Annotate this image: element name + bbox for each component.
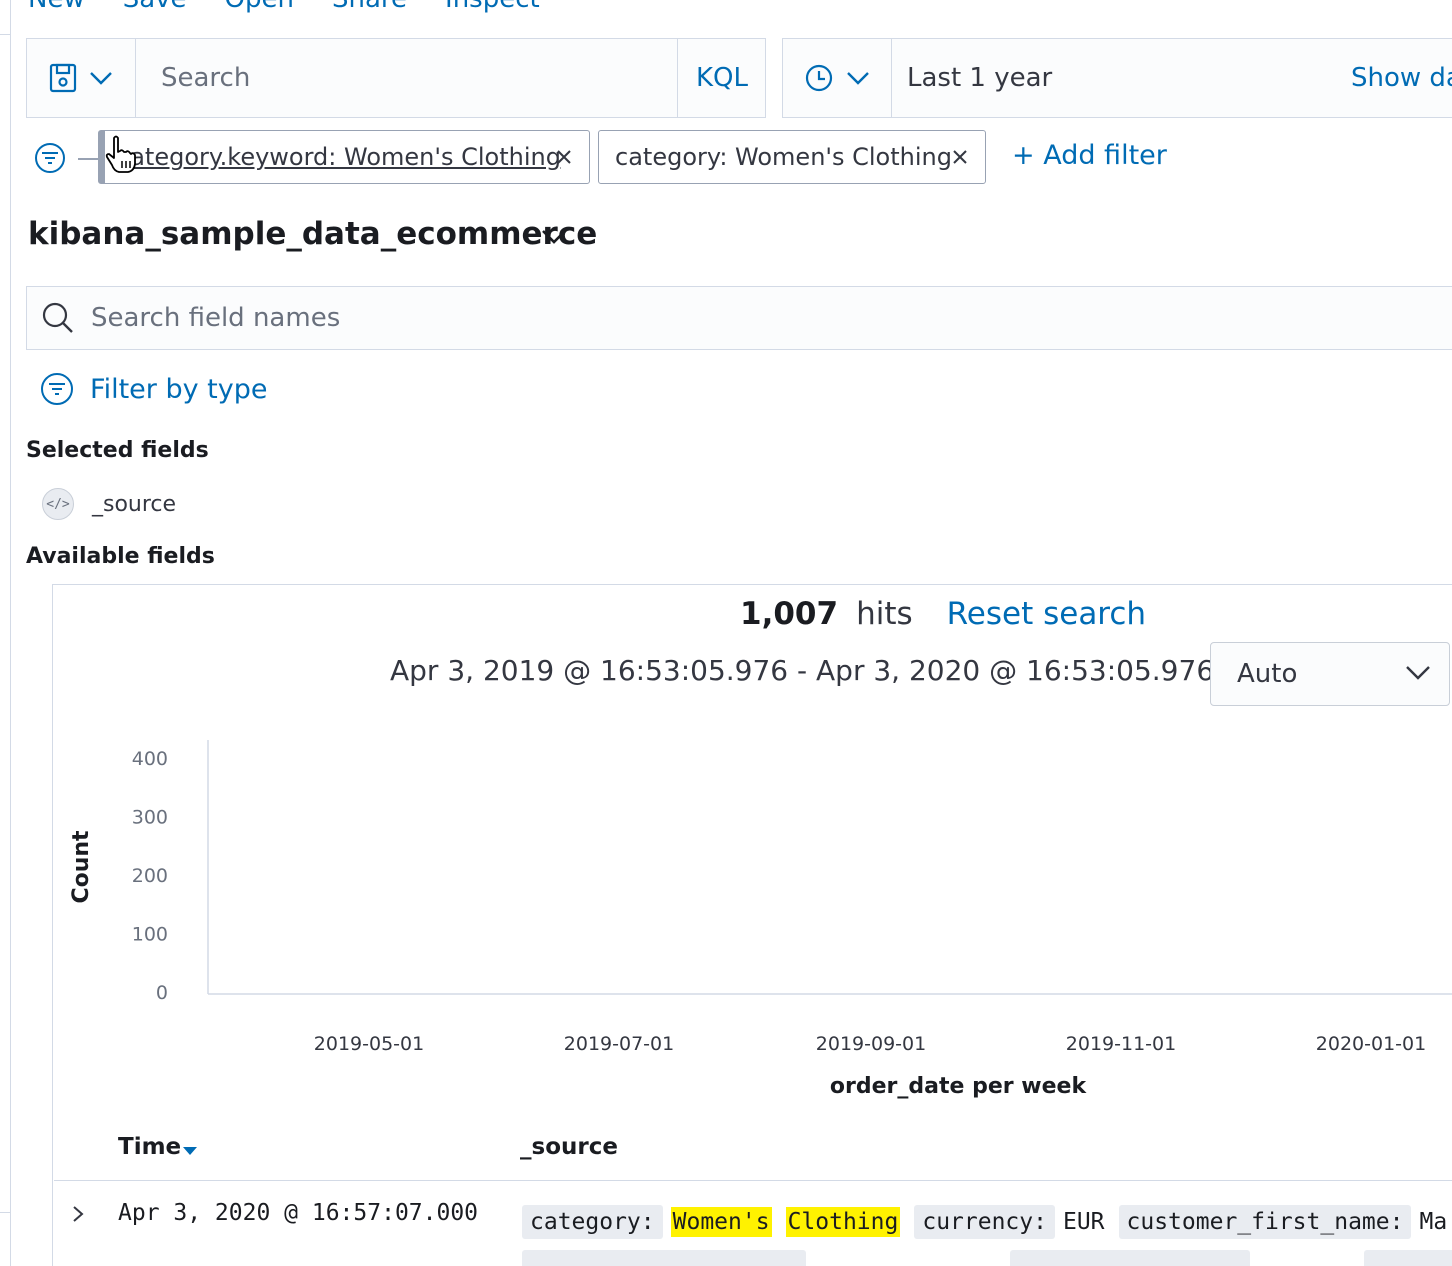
filter-divider [78,158,98,160]
sort-down-icon[interactable] [182,1146,198,1156]
left-nav-edge [0,0,11,1266]
chevron-down-icon [90,72,112,85]
code-icon: </> [42,488,74,520]
close-icon[interactable] [555,148,573,166]
filter-by-type-button[interactable]: Filter by type [40,372,267,406]
x-tick-label: 2019-09-01 [816,1033,926,1055]
hits-label: hits [856,596,913,632]
source-value-highlight: Women's [670,1207,772,1237]
quick-time-menu-button[interactable] [783,39,892,117]
saved-query-button[interactable] [27,39,136,117]
source-key: category: [522,1205,663,1239]
x-tick-label: 2019-05-01 [314,1033,424,1055]
table-divider [54,1180,1452,1181]
y-tick-label: 400 [132,748,168,770]
filter-icon [41,373,73,405]
time-picker: Last 1 year Show dates [782,38,1452,118]
source-key: currency: [914,1205,1055,1239]
source-value-highlight: Clothing [785,1207,901,1237]
search-input[interactable]: Search [137,39,677,117]
kql-toggle-button[interactable]: KQL [677,39,766,117]
hand-cursor-icon [105,135,136,173]
query-bar: Search KQL [26,38,766,118]
filter-options-icon[interactable] [34,142,66,174]
date-range-text: Apr 3, 2019 @ 16:53:05.976 - Apr 3, 2020… [390,654,1252,687]
reset-search-button[interactable]: Reset search [947,596,1146,632]
close-icon[interactable] [951,148,969,166]
row-source: category: Women's Clothing currency: EUR… [522,1202,1452,1242]
x-axis-title: order_date per week [830,1074,1088,1099]
chevron-down-icon[interactable] [540,228,568,246]
save-icon [49,63,77,93]
interval-value: Auto [1237,659,1298,689]
column-header-time[interactable]: Time [118,1134,181,1160]
menu-share[interactable]: Share [332,0,407,14]
selected-fields-title: Selected fields [26,438,209,463]
available-fields-title: Available fields [26,544,215,569]
kibana-discover-page: New Save Open Share Inspect Search KQL [0,0,1452,1266]
x-tick-label: 2019-07-01 [564,1033,674,1055]
menu-new[interactable]: New [28,0,85,14]
field-item-source[interactable]: </> _source [42,488,176,520]
y-tick-label: 100 [132,924,168,946]
filter-pill[interactable]: category: Women's Clothing [598,130,986,184]
menu-inspect[interactable]: Inspect [445,0,540,14]
y-tick-label: 0 [156,982,168,1004]
x-tick-label: 2019-11-01 [1066,1033,1176,1055]
menu-save[interactable]: Save [123,0,187,14]
row-source-continuation [522,1250,1452,1266]
add-filter-button[interactable]: + Add filter [1012,140,1167,171]
chevron-down-icon [1406,666,1430,680]
x-tick-label: 2020-01-01 [1316,1033,1426,1055]
filter-pill-label[interactable]: category.keyword: Women's Clothing [117,143,561,171]
filter-by-type-label: Filter by type [90,373,268,405]
interval-select[interactable]: Auto [1210,642,1450,706]
y-tick-label: 200 [132,865,168,887]
time-range-label[interactable]: Last 1 year [907,39,1052,117]
filter-pill[interactable]: category.keyword: Women's Clothing [98,130,590,184]
column-header-source: _source [520,1134,618,1160]
y-tick-label: 300 [132,807,168,829]
chevron-down-icon [847,72,869,85]
clock-icon [805,64,833,92]
menu-open[interactable]: Open [225,0,294,14]
field-name: _source [92,491,177,517]
chevron-right-icon[interactable] [70,1204,86,1224]
top-menu: New Save Open Share Inspect [28,0,540,14]
hits-summary: 1,007 hits Reset search [740,596,1146,632]
filter-pill-label[interactable]: category: Women's Clothing [615,143,952,171]
show-dates-button[interactable]: Show dates [1351,39,1452,117]
row-timestamp: Apr 3, 2020 @ 16:57:07.000 [118,1200,479,1226]
hits-count: 1,007 [740,596,839,632]
field-search-placeholder: Search field names [91,303,341,333]
source-key: customer_first_name: [1118,1205,1412,1239]
histogram-chart: 0 100 200 300 400 2019-05-01 2019-07-01 2019-0… [69,740,1452,1099]
search-icon [42,302,73,333]
y-axis-title: Count [69,830,94,904]
source-value: EUR [1062,1209,1105,1235]
source-value: Ma [1419,1209,1448,1235]
field-search-input[interactable]: Search field names [26,286,1452,350]
index-pattern-title[interactable]: kibana_sample_data_ecommerce [28,216,597,252]
